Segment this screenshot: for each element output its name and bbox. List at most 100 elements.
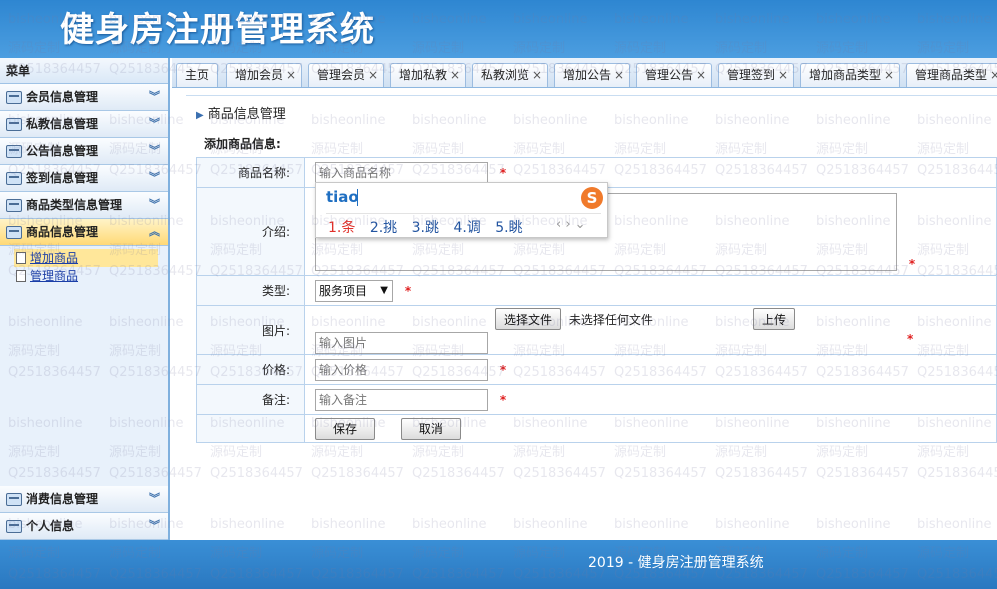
sidebar-group-trainers[interactable]: 私教信息管理 ︾ xyxy=(0,111,168,138)
sidebar-group-label: 商品类型信息管理 xyxy=(26,198,123,212)
tab-add-product-type[interactable]: 增加商品类型 × xyxy=(800,63,900,87)
printer-icon xyxy=(6,199,22,212)
sidebar-item-manage-products[interactable]: 管理商品 xyxy=(14,267,168,285)
main-content: ▶商品信息管理 添加商品信息: 商品名称: * 介绍: * 类型: 服务项目 ▼ xyxy=(172,89,997,540)
divider xyxy=(186,95,997,96)
tab-manage-notice[interactable]: 管理公告 × xyxy=(636,63,712,87)
close-icon[interactable]: × xyxy=(286,68,296,82)
ime-page-nav[interactable]: ‹ › ⌄ xyxy=(556,217,586,232)
app-header: 健身房注册管理系统 xyxy=(0,0,997,58)
tab-manage-member[interactable]: 管理会员 × xyxy=(308,63,384,87)
product-name-input[interactable] xyxy=(315,161,488,184)
sidebar-group-label: 商品信息管理 xyxy=(26,225,99,239)
tab-manage-product-type[interactable]: 管理商品类型× xyxy=(906,63,997,87)
tab-label: 增加公告 xyxy=(563,68,612,82)
ime-candidate[interactable]: 1.条 xyxy=(328,220,355,236)
sidebar-group-consumption[interactable]: 消费信息管理 ︾ xyxy=(0,486,168,513)
sidebar: 菜单 会员信息管理 ︾ 私教信息管理 ︾ 公告信息管理 ︾ 签到信息管理 ︾ 商… xyxy=(0,58,170,540)
tab-add-trainer[interactable]: 增加私教 × xyxy=(390,63,466,87)
required-mark: * xyxy=(404,283,412,298)
empty-cell xyxy=(196,414,305,443)
tab-browse-trainer[interactable]: 私教浏览 × xyxy=(472,63,548,87)
tab-label: 增加会员 xyxy=(235,68,284,82)
printer-icon xyxy=(6,226,22,239)
printer-icon xyxy=(6,172,22,185)
printer-icon xyxy=(6,520,22,533)
ime-pinyin: tiao xyxy=(326,188,359,206)
app-title: 健身房注册管理系统 xyxy=(60,10,375,50)
ime-candidate[interactable]: 3.跳 xyxy=(412,220,439,236)
close-icon[interactable]: × xyxy=(778,68,788,82)
remark-label: 备注: xyxy=(196,384,305,415)
intro-label: 介绍: xyxy=(196,187,305,276)
save-button[interactable]: 保存 xyxy=(315,417,375,440)
tab-home[interactable]: 主页 xyxy=(176,63,218,87)
sidebar-group-product-types[interactable]: 商品类型信息管理 ︾ xyxy=(0,192,168,219)
type-select-value: 服务项目 xyxy=(319,283,368,298)
tab-add-notice[interactable]: 增加公告 × xyxy=(554,63,630,87)
chevron-down-icon: ︾ xyxy=(149,117,160,130)
upload-button[interactable]: 上传 xyxy=(753,308,796,330)
document-icon xyxy=(16,270,26,282)
required-mark: * xyxy=(499,362,507,377)
type-select[interactable]: 服务项目 ▼ xyxy=(315,279,393,302)
ime-candidate[interactable]: 2.挑 xyxy=(370,220,397,236)
document-icon xyxy=(16,252,26,264)
tab-manage-checkin[interactable]: 管理签到 × xyxy=(718,63,794,87)
sidebar-group-products[interactable]: 商品信息管理 ︽ xyxy=(0,219,168,246)
tab-label: 管理商品类型 xyxy=(915,68,988,82)
ime-candidate[interactable]: 5.眺 xyxy=(495,220,522,236)
sidebar-group-label: 签到信息管理 xyxy=(26,171,99,185)
ime-candidate[interactable]: 4.调 xyxy=(453,220,480,236)
sidebar-group-checkin[interactable]: 签到信息管理 ︾ xyxy=(0,165,168,192)
chevron-down-icon: ︾ xyxy=(149,492,160,505)
close-icon[interactable]: × xyxy=(884,68,894,82)
file-row: 选择文件 未选择任何文件 上传 xyxy=(495,308,996,330)
cancel-button[interactable]: 取消 xyxy=(400,417,461,440)
price-input[interactable] xyxy=(315,358,488,381)
sidebar-group-label: 消费信息管理 xyxy=(26,492,99,506)
triangle-right-icon: ▶ xyxy=(196,110,204,121)
close-icon[interactable]: × xyxy=(990,68,997,82)
breadcrumb-label: 商品信息管理 xyxy=(207,107,286,122)
printer-icon xyxy=(6,118,22,131)
tab-add-member[interactable]: 增加会员 × xyxy=(226,63,302,87)
tab-bar: 主页 增加会员 × 管理会员 × 增加私教 × 私教浏览 × 增加公告 × 管理公告 × 管… xyxy=(172,58,997,88)
choose-file-button[interactable]: 选择文件 xyxy=(495,308,562,330)
sidebar-item-label[interactable]: 增加商品 xyxy=(30,251,78,265)
sogou-logo-icon[interactable]: S xyxy=(581,187,603,209)
tab-label: 管理会员 xyxy=(317,68,366,82)
tab-label: 管理签到 xyxy=(727,68,776,82)
sidebar-group-label: 公告信息管理 xyxy=(26,144,99,158)
chevron-down-icon: ︾ xyxy=(149,519,160,532)
printer-icon xyxy=(6,493,22,506)
name-label: 商品名称: xyxy=(196,157,305,188)
close-icon[interactable]: × xyxy=(450,68,460,82)
image-input[interactable] xyxy=(315,332,488,354)
sidebar-group-label: 会员信息管理 xyxy=(26,90,99,104)
close-icon[interactable]: × xyxy=(696,68,706,82)
sidebar-group-notices[interactable]: 公告信息管理 ︾ xyxy=(0,138,168,165)
chevron-up-icon: ︽ xyxy=(149,225,160,238)
tab-label: 增加商品类型 xyxy=(809,68,882,82)
close-icon[interactable]: × xyxy=(368,68,378,82)
sidebar-menu-title: 菜单 xyxy=(0,58,168,84)
sidebar-item-add-product[interactable]: 增加商品 xyxy=(14,249,158,267)
sidebar-group-members[interactable]: 会员信息管理 ︾ xyxy=(0,84,168,111)
remark-input[interactable] xyxy=(315,388,488,411)
tab-label: 私教浏览 xyxy=(481,68,530,82)
sidebar-sublist: 增加商品 管理商品 xyxy=(0,246,168,486)
printer-icon xyxy=(6,91,22,104)
chevron-down-icon: ︾ xyxy=(149,144,160,157)
sidebar-group-profile[interactable]: 个人信息 ︾ xyxy=(0,513,168,540)
sidebar-item-label[interactable]: 管理商品 xyxy=(30,269,78,283)
tab-label: 主页 xyxy=(185,68,210,82)
close-icon[interactable]: × xyxy=(614,68,624,82)
close-icon[interactable]: × xyxy=(532,68,542,82)
text-caret xyxy=(357,189,358,206)
required-mark: * xyxy=(907,332,914,346)
breadcrumb: ▶ 商品信息管理 xyxy=(196,103,286,122)
required-mark: * xyxy=(499,392,507,407)
footer-text: 2019 - 健身房注册管理系统 xyxy=(588,555,764,571)
type-label: 类型: xyxy=(196,275,305,306)
